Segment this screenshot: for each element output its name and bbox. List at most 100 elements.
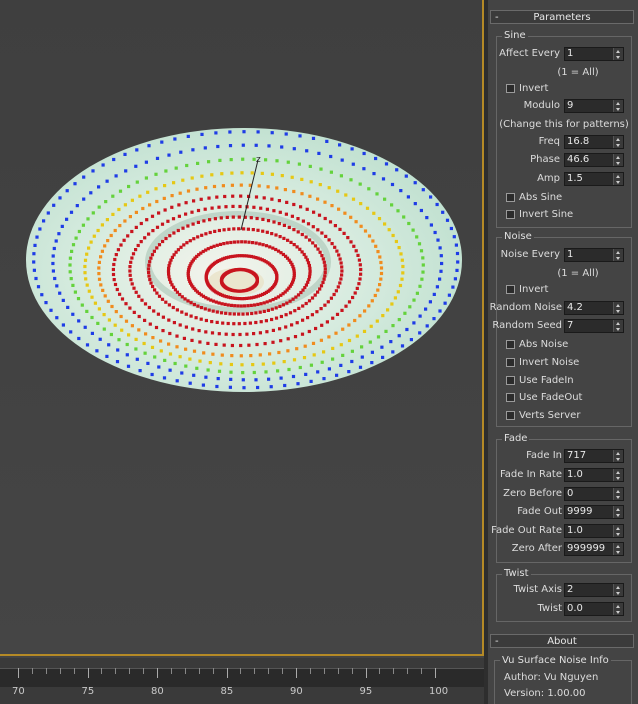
vertex-point (214, 300, 218, 304)
vertex-point (186, 224, 190, 228)
timeline-tick (73, 668, 75, 674)
random-seed-spinner[interactable]: 7 (564, 319, 624, 333)
twist-axis-spinner[interactable]: 2 (564, 583, 624, 597)
vertex-point (147, 270, 151, 275)
vertex-point (325, 139, 329, 143)
vertex-point (284, 313, 288, 317)
vertex-point (118, 224, 122, 228)
vertex-point (170, 205, 174, 209)
vertex-point (143, 318, 147, 322)
vertex-point (90, 315, 94, 320)
vertex-point (191, 222, 195, 226)
vertex-point (271, 340, 275, 344)
parameters-rollout-header[interactable]: - Parameters (490, 10, 634, 24)
vertex-point (106, 299, 110, 303)
vertex-point (211, 352, 215, 356)
vertex-point (270, 317, 274, 322)
vertex-point (374, 156, 378, 161)
zero-after-spinner[interactable]: 999999 (564, 542, 624, 556)
vertex-point (277, 222, 281, 226)
verts-server-checkbox[interactable] (506, 411, 515, 420)
vertex-point (319, 167, 323, 171)
vertex-point (282, 360, 286, 364)
invert-noise-checkbox[interactable] (506, 358, 515, 367)
random-seed-label: Random Seed (492, 320, 562, 331)
vertex-point (265, 207, 269, 211)
fade-out-spinner[interactable]: 9999 (564, 505, 624, 519)
vertex-point (326, 300, 330, 304)
abs-sine-checkbox[interactable] (506, 193, 515, 202)
vertex-point (379, 266, 384, 270)
vertex-point (192, 237, 196, 241)
vertex-point (199, 306, 204, 310)
viewport[interactable]: z (0, 0, 484, 656)
random-noise-spinner[interactable]: 4.2 (564, 301, 624, 315)
vertex-point (241, 378, 245, 382)
vertex-point (146, 190, 150, 194)
timeline[interactable]: 70 75 80 85 90 95 100 (0, 658, 484, 704)
vertex-point (132, 286, 136, 290)
vertex-point (185, 163, 189, 168)
vertex-point (132, 310, 136, 314)
vertex-point (148, 278, 152, 282)
vertex-point (143, 236, 147, 240)
zero-before-spinner[interactable]: 0 (564, 487, 624, 501)
vertex-point (236, 240, 240, 244)
vertex-point (203, 307, 207, 311)
vertex-point (97, 272, 101, 276)
vertex-point (107, 318, 111, 322)
noise-every-spinner[interactable]: 1 (564, 248, 624, 262)
vertex-point (229, 303, 234, 307)
amp-spinner[interactable]: 1.5 (564, 172, 624, 186)
vertex-point (229, 377, 233, 381)
timeline-tick (31, 668, 33, 674)
amp-label: Amp (537, 173, 560, 184)
invert-sine-checkbox[interactable] (506, 210, 515, 219)
vertex-point (204, 375, 208, 379)
vertex-point (451, 285, 455, 289)
modulo-spinner[interactable]: 9 (564, 99, 624, 113)
vertex-point (365, 206, 370, 210)
vertex-point (164, 169, 168, 173)
vertex-point (412, 298, 416, 302)
vertex-point (188, 357, 192, 361)
abs-noise-checkbox[interactable] (506, 340, 515, 349)
invert-checkbox[interactable] (506, 84, 515, 93)
vertex-point (308, 272, 312, 276)
use-fadeout-checkbox[interactable] (506, 393, 515, 402)
vertex-point (219, 311, 224, 315)
vertex-point (301, 304, 305, 308)
vertex-point (119, 314, 123, 319)
fade-in-spinner[interactable]: 717 (564, 449, 624, 463)
vertex-point (270, 172, 274, 176)
about-rollout-header[interactable]: - About (490, 634, 634, 648)
timeline-track[interactable] (0, 668, 484, 687)
fade-out-rate-spinner[interactable]: 1.0 (564, 524, 624, 538)
vertex-point (138, 194, 142, 198)
vertex-point (424, 307, 428, 311)
vertex-point (168, 261, 172, 265)
twist-spinner[interactable]: 0.0 (564, 602, 624, 616)
vertex-point (341, 353, 345, 357)
vertex-point (313, 293, 317, 297)
use-fadein-checkbox[interactable] (506, 376, 515, 385)
vertex-point (270, 232, 274, 236)
vertex-point (164, 236, 168, 241)
vertex-point (139, 240, 143, 244)
vertex-point (122, 238, 126, 242)
vertex-point (260, 171, 264, 175)
affect-every-spinner[interactable]: 1 (564, 47, 624, 61)
vertex-point (376, 288, 380, 292)
vertex-point (157, 211, 161, 215)
vertex-point (347, 300, 352, 304)
noise-invert-checkbox[interactable] (506, 285, 515, 294)
vertex-point (196, 208, 201, 213)
fade-in-rate-spinner[interactable]: 1.0 (564, 468, 624, 482)
vertex-point (184, 201, 188, 205)
vertex-point (154, 172, 158, 176)
vertex-point (317, 151, 321, 155)
vertex-point (153, 355, 157, 359)
phase-spinner[interactable]: 46.6 (564, 153, 624, 167)
vertex-point (151, 229, 155, 233)
freq-spinner[interactable]: 16.8 (564, 135, 624, 149)
